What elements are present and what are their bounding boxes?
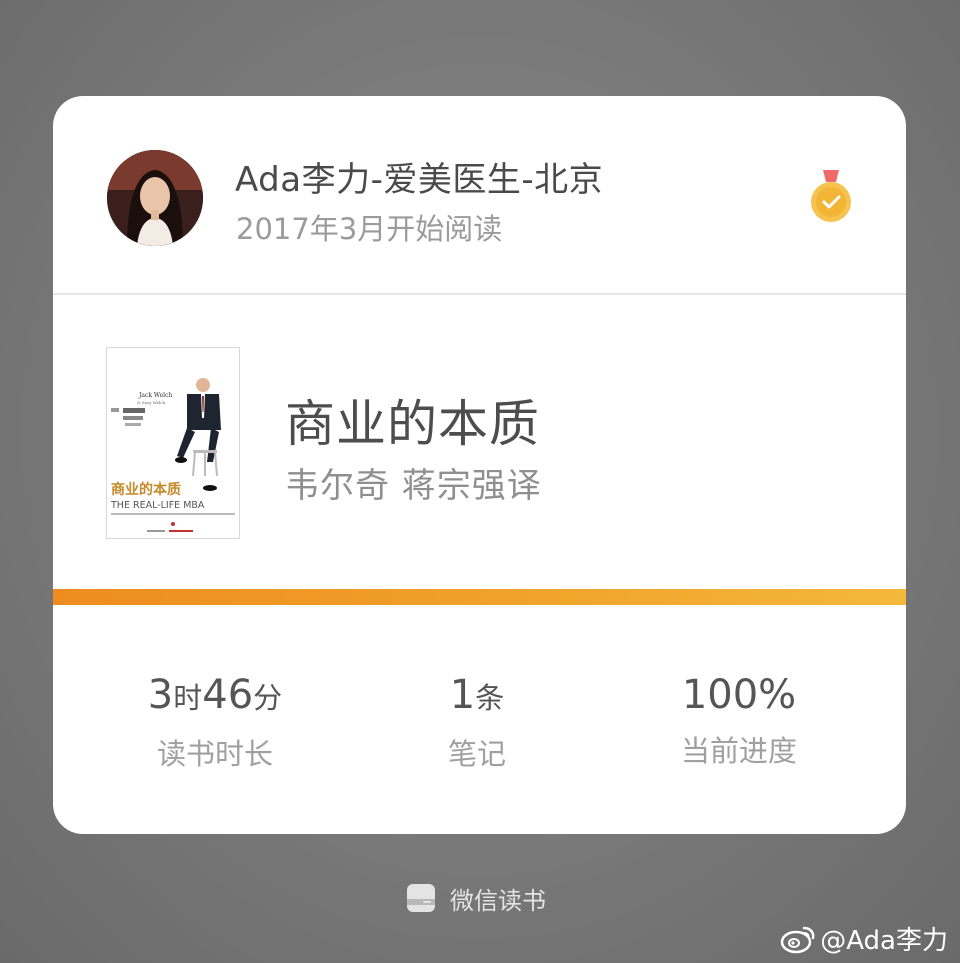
app-name: 微信读书 [450,886,546,915]
reading-progress-bar [53,589,906,605]
cover-coauthor-en: & Suzy Welch [137,400,165,405]
medal-icon[interactable] [809,168,853,224]
reading-progress-fill [53,589,906,605]
cover-title-en: THE REAL-LIFE MBA [110,500,205,511]
weibo-watermark: @Ada李力 [780,920,948,957]
avatar-photo [107,150,203,246]
user-name: Ada李力-爱美医生-北京 [235,160,604,200]
book-author: 韦尔奇 蒋宗强译 [285,466,542,506]
weibo-icon [780,926,815,953]
stat-progress: 100% 当前进度 [614,670,864,770]
user-avatar[interactable] [107,150,203,246]
stat-notes[interactable]: 1条 笔记 [352,670,602,773]
weread-icon [407,884,435,912]
stat-reading-time: 3时46分 读书时长 [90,670,340,773]
stat-value: 3时46分 [147,672,283,718]
user-header: Ada李力-爱美医生-北京 2017年3月开始阅读 [53,96,906,295]
cover-author-en: Jack Welch [138,392,172,399]
stat-value: 100% [681,672,797,718]
stat-value: 1条 [449,672,505,718]
app-brand: 微信读书 [406,880,546,916]
reading-since: 2017年3月开始阅读 [236,212,503,246]
stat-label: 笔记 [447,737,506,771]
book-title[interactable]: 商业的本质 [285,384,540,456]
cover-title-cn: 商业的本质 [111,481,181,498]
stat-label: 读书时长 [156,737,273,771]
book-cover[interactable]: Jack Welch & Suzy Welch 商业的本质 THE REAL-L… [106,347,240,539]
watermark-text: @Ada李力 [820,926,948,956]
reading-card: Ada李力-爱美医生-北京 2017年3月开始阅读 Jack Welch & S… [53,96,906,834]
stat-label: 当前进度 [680,734,797,768]
